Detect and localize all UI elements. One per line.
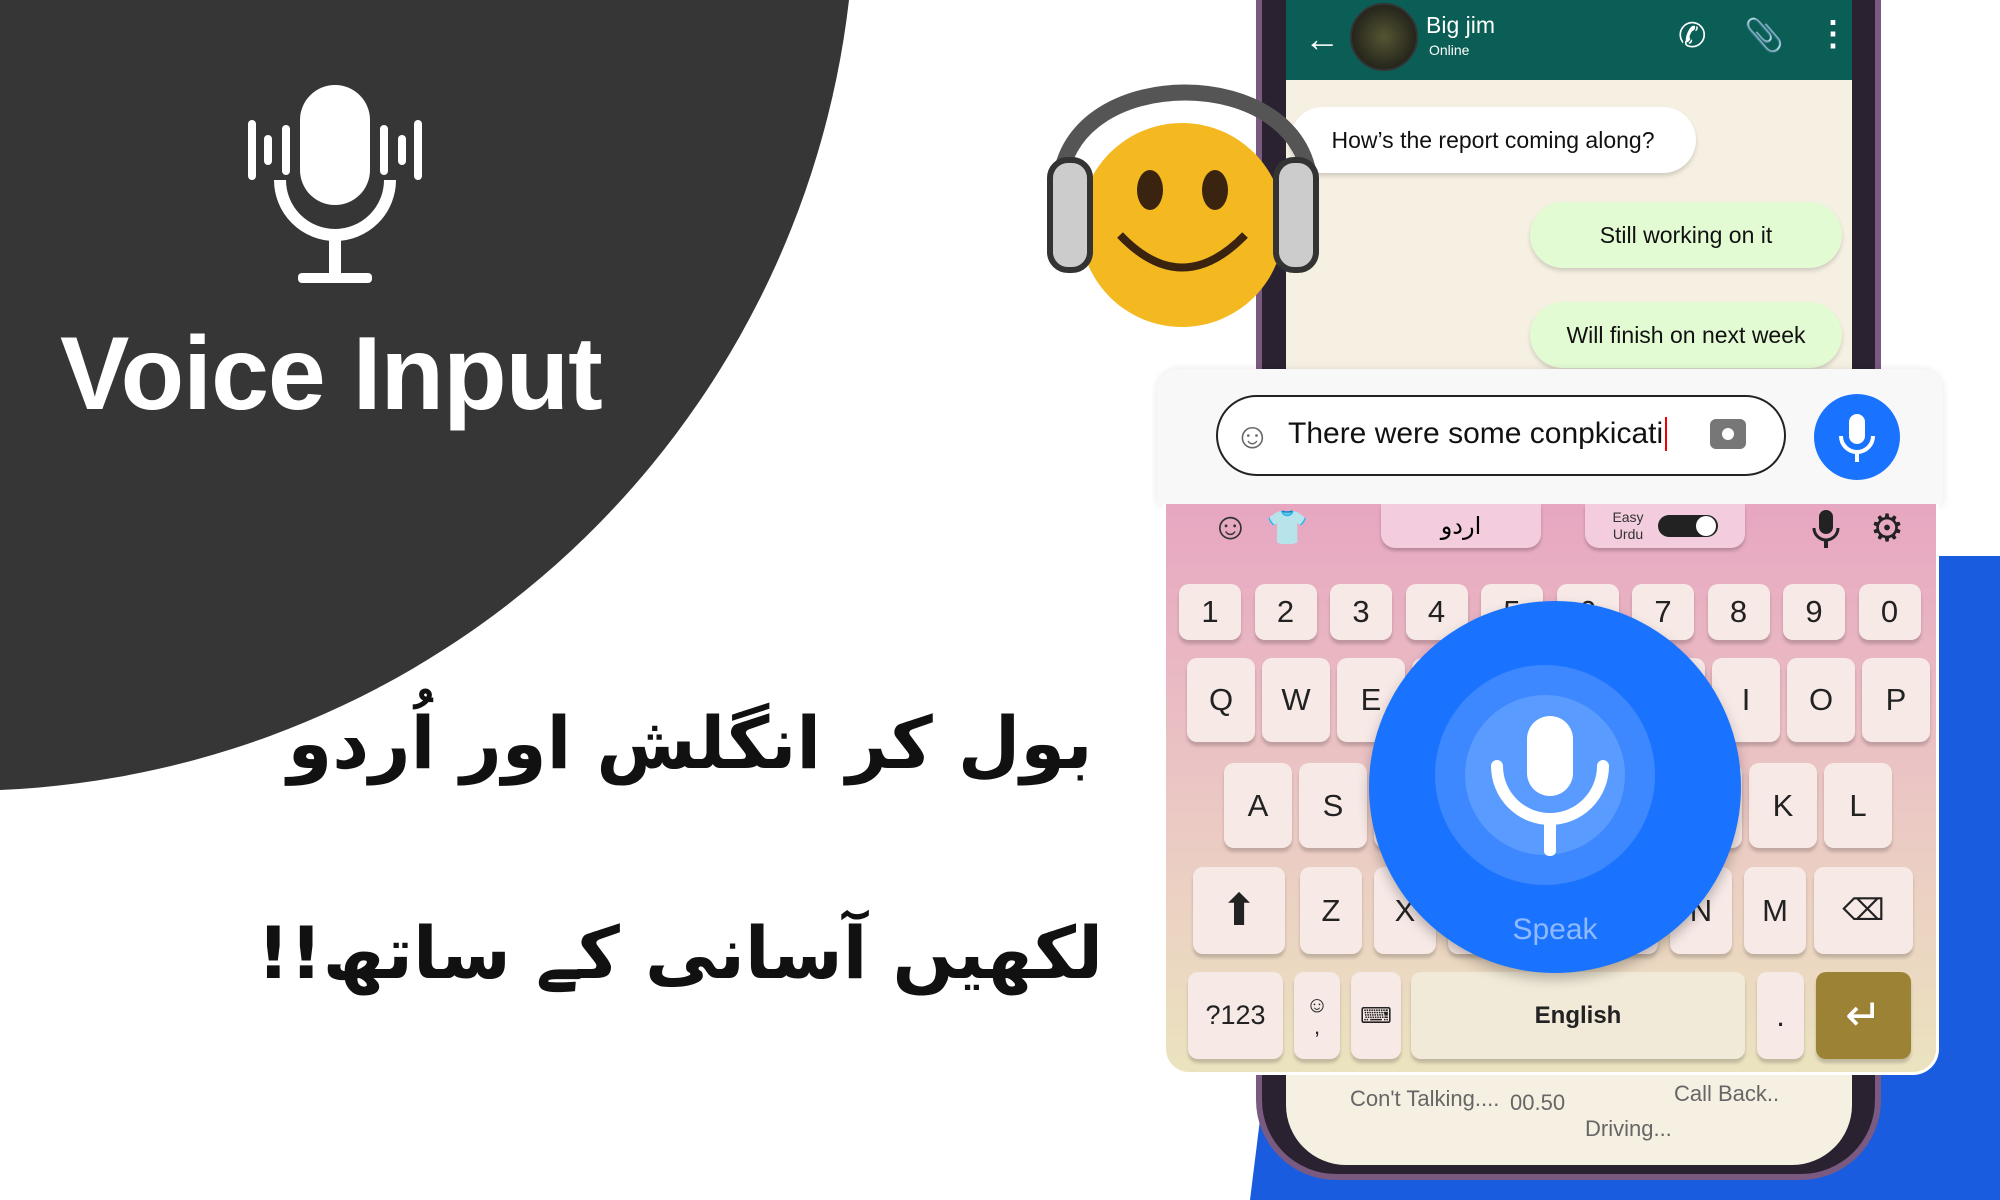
period-key[interactable]: .: [1757, 972, 1804, 1059]
emoji-icon[interactable]: ☺: [1234, 415, 1271, 457]
contact-name[interactable]: Big jim: [1426, 12, 1495, 39]
shift-key[interactable]: ⬆: [1193, 867, 1285, 954]
enter-arrow-icon: ↵: [1845, 991, 1882, 1040]
message-received: How’s the report coming along?: [1290, 107, 1696, 173]
enter-key[interactable]: ↵: [1816, 972, 1911, 1059]
key-k[interactable]: K: [1749, 763, 1817, 848]
smiley-headphones-emoji: [1047, 84, 1319, 327]
backspace-key[interactable]: ⌫: [1814, 867, 1913, 954]
voice-send-button[interactable]: [1814, 394, 1900, 480]
easy-urdu-label: Urdu: [1612, 526, 1644, 542]
suggestion-cant-talking[interactable]: Con't Talking....: [1350, 1086, 1499, 1112]
key-s[interactable]: S: [1299, 763, 1367, 848]
theme-shirt-icon[interactable]: 👕: [1266, 508, 1308, 548]
symbols-key[interactable]: ?123: [1188, 972, 1283, 1059]
settings-gear-icon[interactable]: ⚙: [1870, 506, 1904, 551]
suggestion-driving[interactable]: Driving...: [1585, 1116, 1672, 1142]
key-8[interactable]: 8: [1707, 584, 1770, 640]
message-input-text[interactable]: There were some conpkicati: [1288, 417, 1668, 451]
contact-status: Online: [1429, 42, 1470, 58]
voice-input-overlay[interactable]: Speak: [1369, 601, 1741, 973]
message-input[interactable]: ☺ There were some conpkicati: [1216, 395, 1786, 476]
more-options-icon[interactable]: ⋮: [1816, 14, 1850, 54]
camera-icon[interactable]: [1710, 419, 1746, 449]
attachment-icon[interactable]: 📎: [1744, 16, 1784, 54]
microphone-icon: [1491, 716, 1609, 856]
space-bar[interactable]: English: [1411, 972, 1745, 1059]
message-sent: Will finish on next week: [1530, 302, 1842, 368]
backspace-icon: ⌫: [1842, 894, 1885, 927]
key-m[interactable]: M: [1744, 867, 1806, 954]
speak-label: Speak: [1512, 913, 1598, 946]
emoji-comma-key[interactable]: ☺,: [1294, 972, 1340, 1059]
chat-header: ← Big jim Online ✆ 📎 ⋮: [1286, 0, 1852, 80]
suggestion-call-back[interactable]: Call Back..: [1674, 1081, 1779, 1107]
key-o[interactable]: O: [1787, 658, 1855, 742]
key-0[interactable]: 0: [1858, 584, 1921, 640]
key-9[interactable]: 9: [1783, 584, 1845, 640]
toggle-switch[interactable]: [1657, 515, 1718, 537]
key-p[interactable]: P: [1862, 658, 1930, 742]
microphone-icon[interactable]: [1811, 508, 1841, 550]
key-w[interactable]: W: [1262, 658, 1330, 742]
emoji-icon[interactable]: ☺: [1211, 506, 1250, 549]
key-3[interactable]: 3: [1330, 584, 1392, 640]
easy-urdu-toggle[interactable]: Easy Urdu: [1585, 504, 1745, 548]
message-composer: ☺ There were some conpkicati: [1157, 369, 1943, 505]
microphone-icon: [1839, 414, 1875, 462]
avatar[interactable]: [1350, 3, 1418, 71]
key-l[interactable]: L: [1824, 763, 1892, 848]
message-sent: Still working on it: [1530, 202, 1842, 268]
urdu-language-button[interactable]: اردو: [1381, 504, 1541, 548]
phone-icon[interactable]: ✆: [1678, 16, 1707, 56]
keyboard-switch-key[interactable]: ⌨: [1351, 972, 1401, 1059]
key-1[interactable]: 1: [1179, 584, 1241, 640]
easy-urdu-label: Easy: [1612, 509, 1644, 525]
key-a[interactable]: A: [1224, 763, 1292, 848]
comma-label: ,: [1313, 1013, 1321, 1039]
key-z[interactable]: Z: [1300, 867, 1362, 954]
keyboard-icon: ⌨: [1360, 1002, 1392, 1028]
key-2[interactable]: 2: [1254, 584, 1317, 640]
emoji-icon: ☺,: [1305, 991, 1329, 1039]
call-timer: 00.50: [1510, 1090, 1566, 1115]
shift-arrow-icon: ⬆: [1220, 886, 1258, 935]
key-q[interactable]: Q: [1187, 658, 1255, 742]
